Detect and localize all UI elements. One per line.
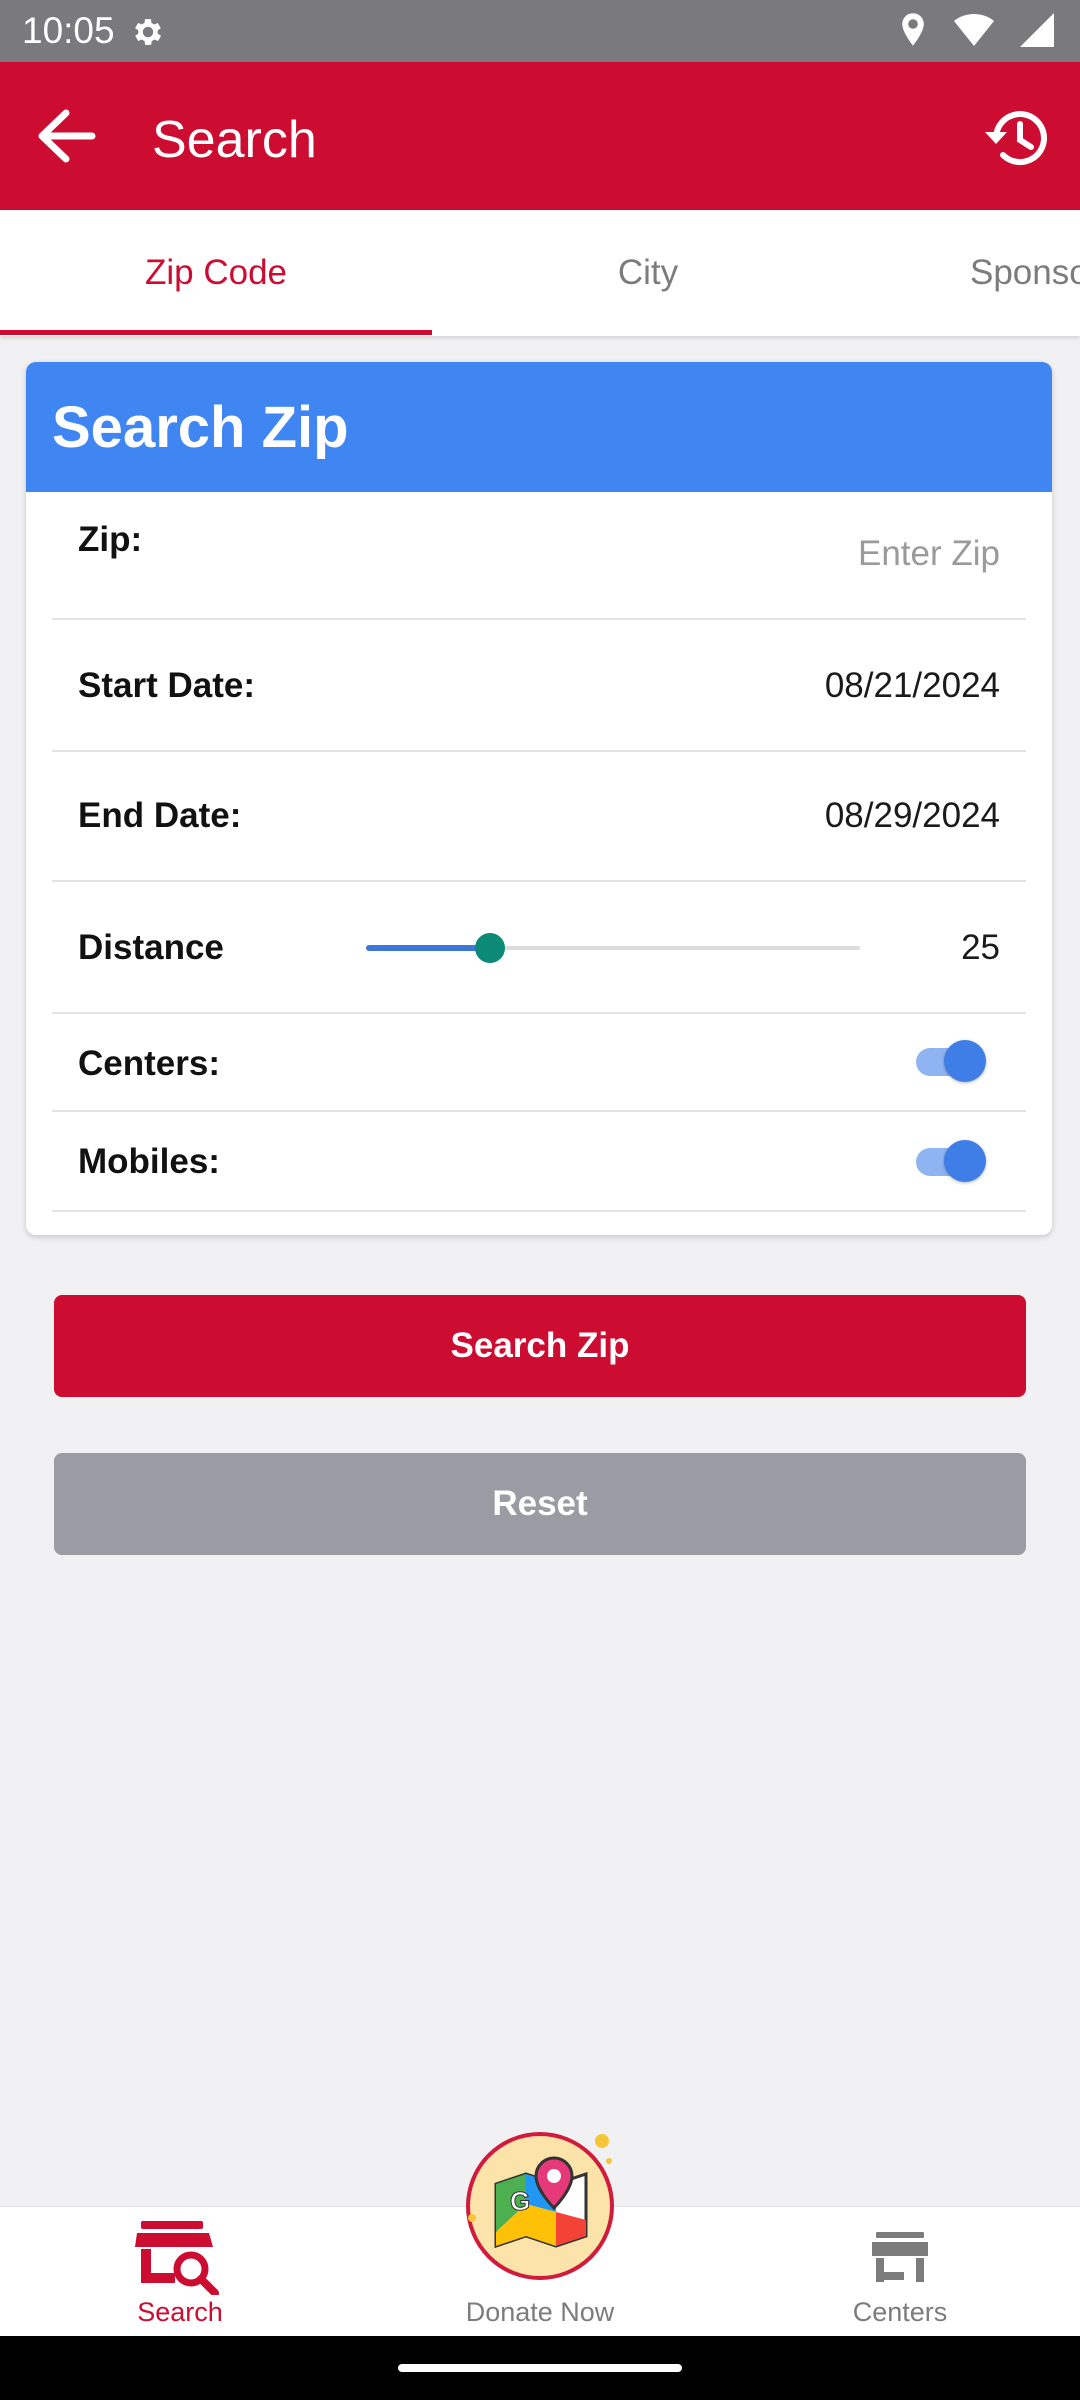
decorative-dot bbox=[606, 2158, 612, 2164]
zip-label: Zip: bbox=[78, 520, 143, 559]
search-zip-button[interactable]: Search Zip bbox=[54, 1295, 1026, 1397]
page-title: Search bbox=[152, 111, 317, 169]
mobiles-toggle[interactable] bbox=[916, 1140, 986, 1182]
card-header: Search Zip bbox=[26, 362, 1052, 492]
system-nav-bar bbox=[0, 2336, 1080, 2400]
location-icon bbox=[902, 13, 924, 46]
tab-bar: Zip Code City Sponso bbox=[0, 210, 1080, 336]
mobiles-row: Mobiles: bbox=[52, 1112, 1026, 1212]
nav-item-centers[interactable]: Centers bbox=[720, 2207, 1080, 2337]
centers-toggle[interactable] bbox=[916, 1040, 986, 1082]
map-pin-icon: G bbox=[494, 2156, 588, 2249]
reset-button[interactable]: Reset bbox=[54, 1453, 1026, 1555]
app-bar: Search bbox=[0, 62, 1080, 210]
start-date-field[interactable]: 08/21/2024 bbox=[825, 666, 1000, 706]
svg-text:G: G bbox=[510, 2186, 530, 2216]
zip-input[interactable]: Enter Zip bbox=[858, 534, 1000, 574]
settings-gear-icon bbox=[135, 19, 162, 45]
decorative-dot bbox=[595, 2134, 609, 2148]
store-icon bbox=[850, 2217, 950, 2297]
tab-zip-code[interactable]: Zip Code bbox=[0, 210, 432, 336]
search-zip-card: Search Zip Zip: Enter Zip Start Date: 08… bbox=[26, 362, 1052, 1235]
zip-row[interactable]: Zip: Enter Zip bbox=[52, 492, 1026, 620]
distance-slider[interactable] bbox=[366, 933, 860, 963]
distance-row: Distance 25 bbox=[52, 882, 1026, 1014]
end-date-label: End Date: bbox=[78, 796, 242, 835]
toggle-thumb bbox=[944, 1140, 986, 1182]
wifi-icon bbox=[954, 13, 994, 47]
centers-label: Centers: bbox=[78, 1044, 220, 1083]
mobiles-label: Mobiles: bbox=[78, 1142, 220, 1181]
tab-sponsor[interactable]: Sponso bbox=[864, 210, 1080, 336]
nav-label-search: Search bbox=[137, 2297, 223, 2327]
home-gesture-pill[interactable] bbox=[398, 2364, 682, 2372]
slider-thumb[interactable] bbox=[475, 933, 505, 963]
toggle-thumb bbox=[944, 1040, 986, 1082]
history-icon bbox=[985, 111, 1047, 166]
centers-row: Centers: bbox=[52, 1014, 1026, 1112]
card-title: Search Zip bbox=[52, 395, 349, 460]
search-store-icon bbox=[130, 2217, 230, 2297]
nav-label-donate-now: Donate Now bbox=[465, 2297, 615, 2327]
nav-item-search[interactable]: Search bbox=[0, 2207, 360, 2337]
start-date-label: Start Date: bbox=[78, 666, 255, 705]
cell-signal-icon bbox=[1020, 13, 1054, 47]
tab-city[interactable]: City bbox=[432, 210, 864, 336]
status-icons bbox=[898, 12, 1054, 48]
status-time: 10:05 bbox=[22, 10, 115, 51]
back-button[interactable] bbox=[34, 104, 98, 168]
active-tab-indicator bbox=[0, 330, 432, 335]
end-date-row[interactable]: End Date: 08/29/2024 bbox=[52, 752, 1026, 882]
donate-now-map-button[interactable]: G bbox=[466, 2132, 614, 2280]
back-arrow-icon bbox=[38, 109, 96, 163]
start-date-row[interactable]: Start Date: 08/21/2024 bbox=[52, 620, 1026, 752]
status-bar: 10:05 bbox=[0, 0, 1080, 62]
distance-value: 25 bbox=[961, 928, 1000, 967]
slider-fill bbox=[366, 945, 490, 951]
nav-label-centers: Centers bbox=[852, 2297, 948, 2327]
end-date-field[interactable]: 08/29/2024 bbox=[825, 796, 1000, 836]
distance-label: Distance bbox=[78, 928, 224, 967]
history-button[interactable] bbox=[980, 102, 1052, 174]
decorative-dot bbox=[468, 2214, 476, 2222]
